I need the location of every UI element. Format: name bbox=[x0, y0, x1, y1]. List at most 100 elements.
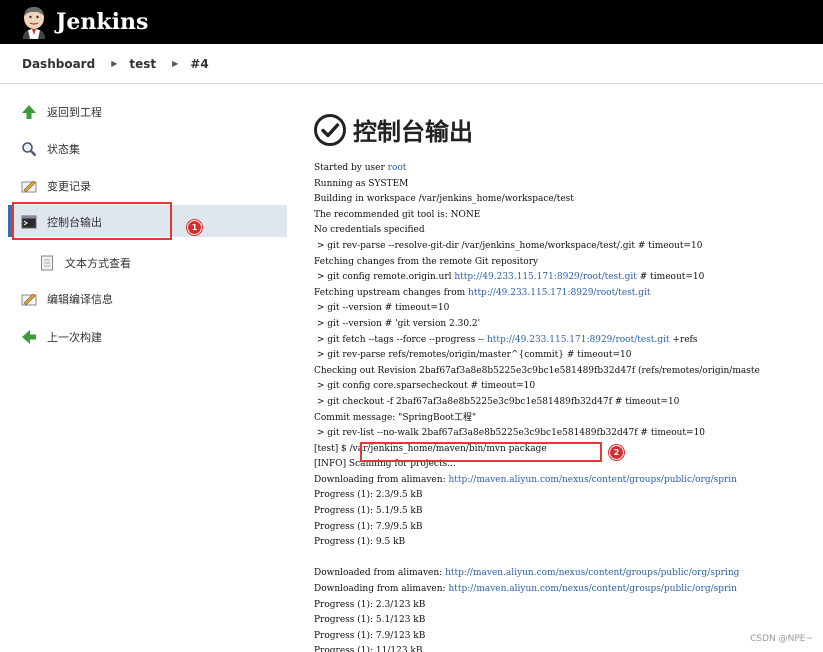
breadcrumb-test[interactable]: test bbox=[129, 57, 156, 71]
jenkins-logo-icon[interactable] bbox=[19, 5, 49, 39]
top-header: Jenkins bbox=[0, 0, 823, 44]
document-icon bbox=[38, 254, 56, 272]
console-text: Progress (1): 5.1/9.5 kB bbox=[314, 506, 423, 517]
sidebar-item-view-as-text[interactable]: 文本方式查看 bbox=[38, 253, 131, 273]
console-line: Progress (1): 5.1/9.5 kB bbox=[314, 504, 823, 520]
sidebar-item-back-to-project[interactable]: 返回到工程 bbox=[20, 102, 102, 122]
sidebar-item-status[interactable]: 状态集 bbox=[20, 139, 80, 159]
console-link[interactable]: http://49.233.115.171:8929/root/test.git bbox=[468, 288, 651, 298]
console-text: > git checkout -f 2baf67af3a8e8b5225e3c9… bbox=[314, 396, 680, 407]
console-line: > git rev-list --no-walk 2baf67af3a8e8b5… bbox=[314, 426, 823, 442]
console-line: > git rev-parse --resolve-git-dir /var/j… bbox=[314, 239, 823, 255]
console-line: Progress (1): 11/123 kB bbox=[314, 644, 823, 652]
console-line: Downloading from alimaven: http://maven.… bbox=[314, 473, 823, 489]
annotation-badge: 1 bbox=[187, 220, 202, 235]
console-text: Progress (1): 7.9/9.5 kB bbox=[314, 521, 423, 532]
notepad-icon bbox=[20, 290, 38, 308]
sidebar-item-label: 文本方式查看 bbox=[65, 257, 131, 270]
console-line: > git fetch --tags --force --progress --… bbox=[314, 333, 823, 349]
console-line: Running as SYSTEM bbox=[314, 177, 823, 193]
search-icon bbox=[20, 140, 38, 158]
console-text: Downloading from alimaven: bbox=[314, 584, 449, 595]
console-line: Progress (1): 9.5 kB bbox=[314, 535, 823, 551]
console-line: > git config core.sparsecheckout # timeo… bbox=[314, 379, 823, 395]
console-text: Progress (1): 5.1/123 kB bbox=[314, 615, 426, 626]
console-line: Progress (1): 7.9/123 kB bbox=[314, 629, 823, 645]
console-text: Progress (1): 7.9/123 kB bbox=[314, 630, 426, 641]
console-line: Progress (1): 2.3/123 kB bbox=[314, 598, 823, 614]
console-text: > git rev-parse refs/remotes/origin/mast… bbox=[314, 350, 632, 361]
console-link[interactable]: http://49.233.115.171:8929/root/test.git bbox=[454, 272, 637, 282]
console-text: Downloaded from alimaven: bbox=[314, 568, 446, 579]
left-arrow-icon bbox=[20, 328, 38, 346]
console-text: > git config core.sparsecheckout # timeo… bbox=[314, 381, 536, 392]
console-line: Progress (1): 2.3/9.5 kB bbox=[314, 488, 823, 504]
console-text: # timeout=10 bbox=[636, 272, 705, 283]
console-output: Started by user root Running as SYSTEM Bui… bbox=[314, 161, 823, 652]
console-text: No credentials specified bbox=[314, 225, 425, 236]
console-link[interactable]: http://49.233.115.171:8929/root/test.git bbox=[487, 335, 670, 345]
app-title[interactable]: Jenkins bbox=[56, 9, 148, 35]
console-line: > git rev-parse refs/remotes/origin/mast… bbox=[314, 348, 823, 364]
console-link[interactable]: root bbox=[388, 163, 407, 173]
console-text: Progress (1): 9.5 kB bbox=[314, 537, 406, 548]
console-line: > git checkout -f 2baf67af3a8e8b5225e3c9… bbox=[314, 395, 823, 411]
console-text: > git rev-parse --resolve-git-dir /var/j… bbox=[314, 240, 703, 251]
console-line: > git --version # timeout=10 bbox=[314, 301, 823, 317]
page-title: 控制台输出 bbox=[313, 112, 473, 147]
sidebar-item-previous-build[interactable]: 上一次构建 bbox=[20, 327, 102, 347]
console-text: Progress (1): 2.3/123 kB bbox=[314, 599, 426, 610]
breadcrumb-separator-icon: ▶ bbox=[172, 59, 179, 68]
console-text: > git --version # timeout=10 bbox=[314, 303, 450, 314]
console-line: The recommended git tool is: NONE bbox=[314, 208, 823, 224]
console-text: > git fetch --tags --force --progress -- bbox=[314, 334, 488, 345]
console-line: Progress (1): 5.1/123 kB bbox=[314, 613, 823, 629]
console-line: Started by user root bbox=[314, 161, 823, 177]
sidebar-item-changes[interactable]: 变更记录 bbox=[20, 176, 91, 196]
console-line: Commit message: "SpringBoot工程" bbox=[314, 411, 823, 427]
console-text: Commit message: "SpringBoot工程" bbox=[314, 412, 477, 423]
console-line: Downloading from alimaven: http://maven.… bbox=[314, 582, 823, 598]
breadcrumb-separator-icon: ▶ bbox=[111, 59, 118, 68]
console-text: Progress (1): 2.3/9.5 kB bbox=[314, 490, 423, 501]
breadcrumb-dashboard[interactable]: Dashboard bbox=[22, 57, 95, 71]
breadcrumb-build[interactable]: #4 bbox=[190, 57, 208, 71]
annotation-highlight-box bbox=[360, 442, 602, 462]
sidebar-item-edit-build-info[interactable]: 编辑编译信息 bbox=[20, 289, 113, 309]
console-line: Building in workspace /var/jenkins_home/… bbox=[314, 192, 823, 208]
page-title-text: 控制台输出 bbox=[353, 118, 473, 146]
console-link[interactable]: http://maven.aliyun.com/nexus/content/gr… bbox=[445, 568, 739, 578]
console-text: Running as SYSTEM bbox=[314, 178, 409, 189]
annotation-highlight-box bbox=[12, 202, 172, 240]
console-text: > git rev-list --no-walk 2baf67af3a8e8b5… bbox=[314, 428, 706, 439]
console-text: +refs bbox=[669, 334, 698, 345]
console-link[interactable]: http://maven.aliyun.com/nexus/content/gr… bbox=[448, 584, 737, 594]
check-circle-icon bbox=[314, 113, 346, 146]
console-line: Checking out Revision 2baf67af3a8e8b5225… bbox=[314, 364, 823, 380]
annotation-badge: 2 bbox=[609, 445, 624, 460]
sidebar-item-label: 返回到工程 bbox=[47, 106, 102, 119]
console-line: > git --version # 'git version 2.30.2' bbox=[314, 317, 823, 333]
console-line: Fetching upstream changes from http://49… bbox=[314, 286, 823, 302]
console-text: Fetching upstream changes from bbox=[314, 287, 469, 298]
console-line: Downloaded from alimaven: http://maven.a… bbox=[314, 566, 823, 582]
console-line: Fetching changes from the remote Git rep… bbox=[314, 255, 823, 271]
up-arrow-icon bbox=[20, 103, 38, 121]
sidebar-item-label: 上一次构建 bbox=[47, 331, 102, 344]
console-text: Started by user bbox=[314, 163, 388, 173]
console-line: No credentials specified bbox=[314, 223, 823, 239]
watermark: CSDN @NPE~ bbox=[750, 634, 813, 644]
console-line: > git config remote.origin.url http://49… bbox=[314, 270, 823, 286]
console-text: Downloading from alimaven: bbox=[314, 474, 449, 485]
sidebar-item-label: 编辑编译信息 bbox=[47, 293, 113, 306]
sidebar-item-label: 状态集 bbox=[47, 143, 80, 156]
console-text: The recommended git tool is: NONE bbox=[314, 209, 481, 220]
console-text: Progress (1): 11/123 kB bbox=[314, 646, 423, 652]
console-link[interactable]: http://maven.aliyun.com/nexus/content/gr… bbox=[448, 475, 737, 485]
sidebar: 返回到工程 状态集 变更记录 控制台输出 文本方式查看 编辑编译信息 上一次构建 bbox=[0, 84, 287, 652]
sidebar-item-label: 变更记录 bbox=[47, 180, 91, 193]
notepad-icon bbox=[20, 177, 38, 195]
console-text: > git config remote.origin.url bbox=[314, 272, 455, 283]
console-text: Checking out Revision 2baf67af3a8e8b5225… bbox=[314, 365, 760, 376]
